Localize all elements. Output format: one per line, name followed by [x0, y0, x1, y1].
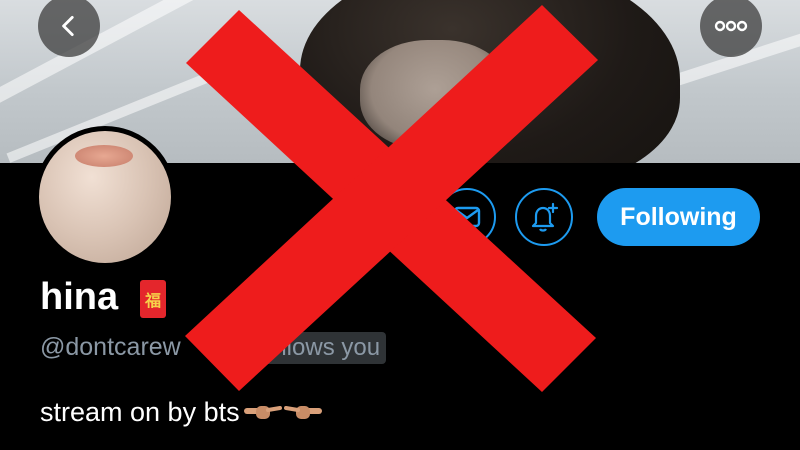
- avatar[interactable]: [34, 126, 176, 268]
- notifications-button[interactable]: [515, 188, 573, 246]
- mail-icon: [453, 206, 481, 228]
- avatar-photo: [39, 131, 171, 263]
- backhand-index-pointing-right-icon: [242, 398, 282, 429]
- banner-photo-face: [360, 40, 510, 150]
- bio-text: stream on by bts: [40, 397, 240, 427]
- more-horizontal-icon: [714, 20, 748, 32]
- profile-handle: @dontcarew: [40, 333, 181, 361]
- follows-you-badge: ollows you: [262, 332, 387, 364]
- display-name: hina: [40, 276, 119, 318]
- avatar-photo-detail: [75, 145, 133, 167]
- red-envelope-emoji: 福: [140, 280, 166, 318]
- banner-background-detail: [0, 0, 209, 115]
- bell-plus-icon: [531, 202, 559, 232]
- following-button[interactable]: Following: [597, 188, 760, 246]
- chevron-left-icon: [62, 15, 74, 37]
- backhand-index-pointing-left-icon: [283, 398, 324, 429]
- message-button[interactable]: [438, 188, 496, 246]
- profile-bio: stream on by bts: [40, 397, 324, 429]
